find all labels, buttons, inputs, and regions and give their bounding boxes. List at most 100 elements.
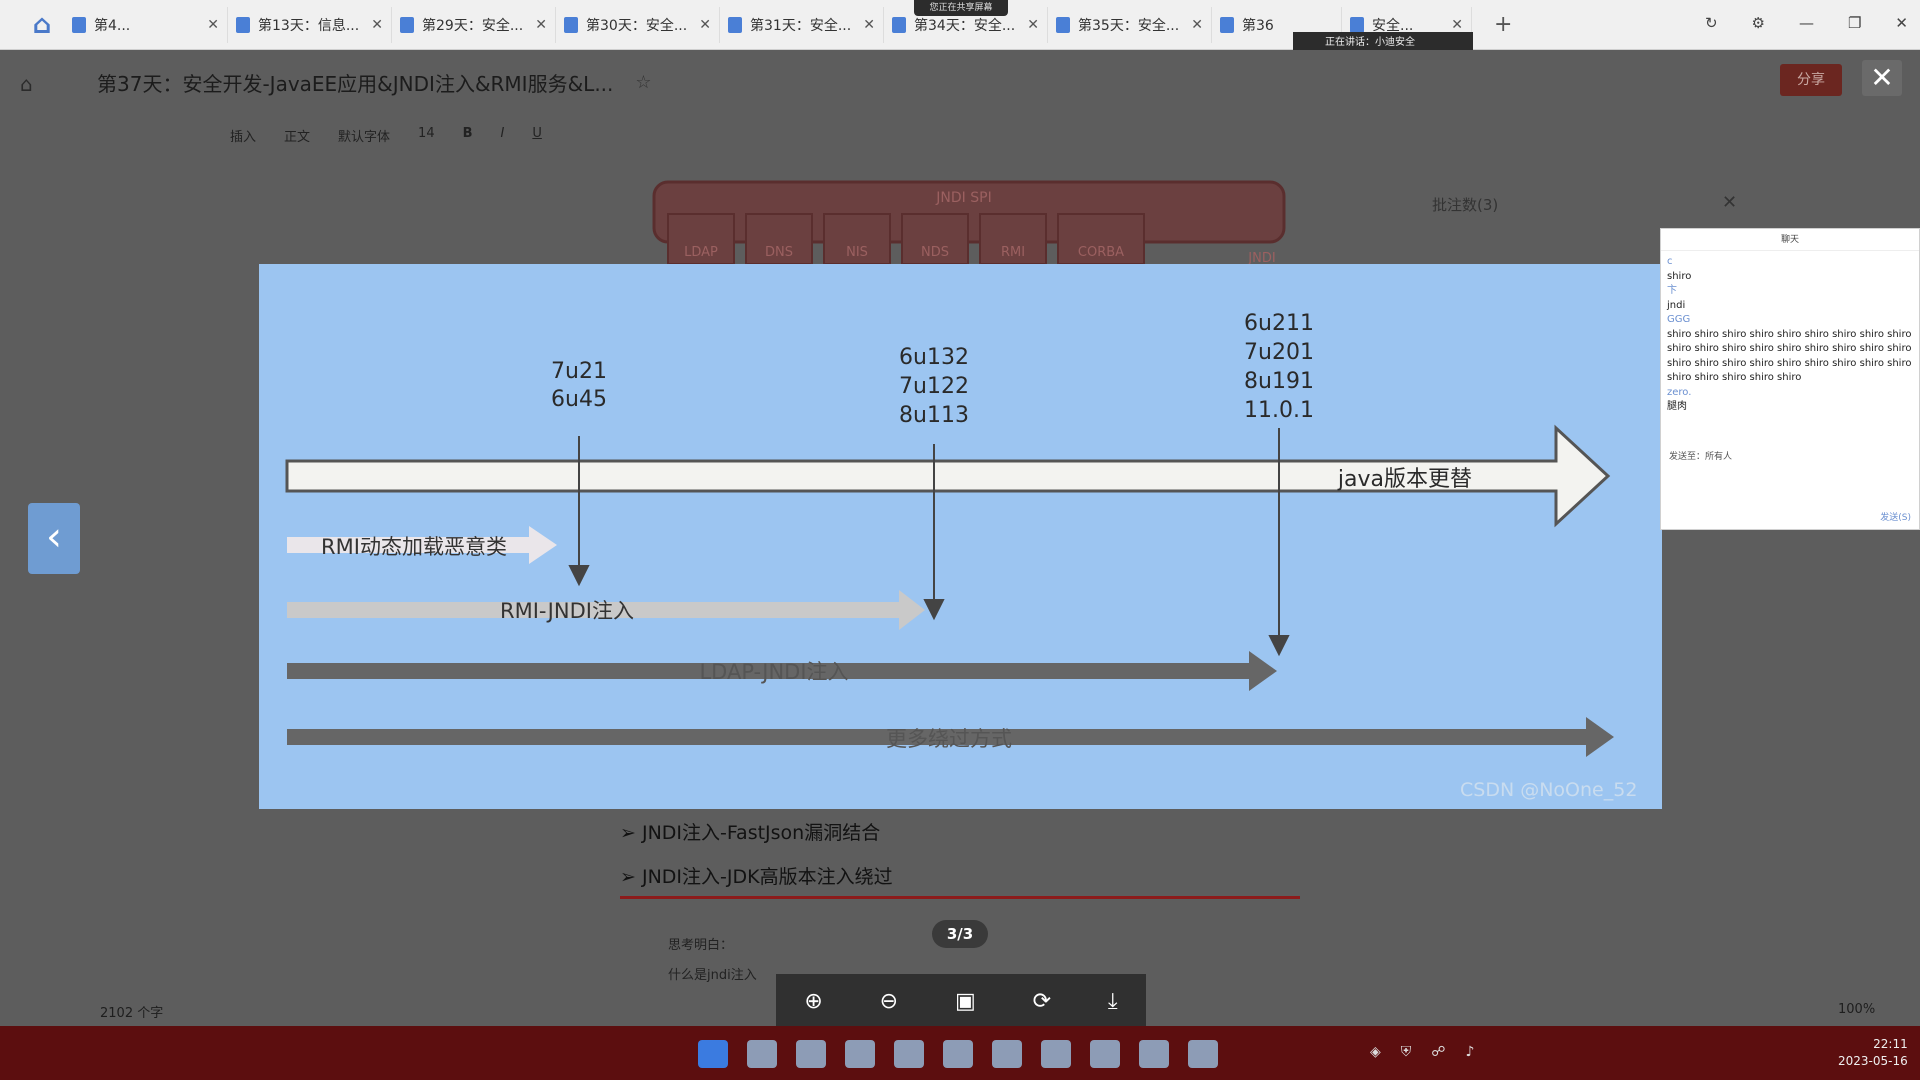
version-label: 6u45 [551,387,607,412]
app-icon[interactable] [894,1040,924,1068]
jndi-box-5: CORBA [1078,245,1124,260]
terminal-icon[interactable] [1139,1040,1169,1068]
new-tab-icon[interactable]: + [1494,12,1512,37]
chat-sender: GGG [1667,314,1691,325]
bold-icon[interactable]: B [463,126,473,145]
close-tab-icon[interactable]: ✕ [699,17,711,33]
toolbar-insert[interactable]: 插入 [230,126,256,145]
app-logo-icon[interactable]: ⌂ [20,3,64,47]
rotate-icon[interactable]: ⟳ [1033,989,1051,1014]
chat-message: shiro shiro shiro shiro shiro shiro shir… [1667,328,1912,384]
jndi-spi-diagram: JNDI SPI LDAP DNS NIS NDS RMI CORBA JNDI [652,180,1286,266]
document-icon [400,16,414,33]
red-divider [620,896,1300,899]
tab-4[interactable]: 第31天：安全... ✕ [720,6,884,43]
tab-3[interactable]: 第30天：安全... ✕ [556,6,720,43]
toolbar-style[interactable]: 正文 [284,126,310,145]
volume-icon[interactable]: ♪ [1465,1044,1474,1060]
jndi-box-2: NIS [846,245,868,260]
minimize-icon[interactable]: — [1799,14,1814,32]
watermark: CSDN @NoOne_52 [1460,779,1638,801]
app-icon[interactable] [1090,1040,1120,1068]
tray-icon[interactable]: ◈ [1370,1044,1381,1060]
home-icon[interactable]: ⌂ [20,72,42,96]
document-icon [1056,16,1070,33]
chat-messages: c shiro 卞 jndi GGG shiro shiro shiro shi… [1661,251,1919,419]
close-tab-icon[interactable]: ✕ [1191,17,1203,33]
app-icon[interactable] [943,1040,973,1068]
shield-icon[interactable]: ⛨ [1401,1044,1412,1060]
tab-label: 第31天：安全... [750,17,852,34]
version-label: 6u211 [1244,311,1314,336]
tab-label: 第29天：安全... [422,17,524,34]
chat-panel: 聊天 c shiro 卞 jndi GGG shiro shiro shiro … [1660,228,1920,530]
app-icon[interactable] [1041,1040,1071,1068]
edge-icon[interactable] [796,1040,826,1068]
file-explorer-icon[interactable] [747,1040,777,1068]
document-icon [892,16,906,33]
screen-share-banner: 您正在共享屏幕 [914,0,1008,16]
chat-sender: zero. [1667,386,1692,398]
network-icon[interactable]: ☍ [1431,1044,1445,1060]
bullet-text: JNDI注入-FastJson漏洞结合 [641,822,881,844]
fit-icon[interactable]: ▣ [955,989,976,1014]
close-comments-icon[interactable]: ✕ [1722,192,1737,213]
chat-message: 腿肉 [1667,401,1687,412]
version-label: 7u201 [1244,340,1314,365]
image-viewer-toolbar: ⊕ ⊖ ▣ ⟳ ⤓ [776,974,1146,1028]
tab-6[interactable]: 第35天：安全... ✕ [1048,6,1212,43]
chat-sender: 卞 [1667,285,1677,296]
close-tab-icon[interactable]: ✕ [863,17,875,33]
close-image-viewer-icon[interactable]: ✕ [1862,60,1902,96]
refresh-icon[interactable]: ↻ [1705,14,1718,32]
chrome-icon[interactable] [845,1040,875,1068]
toolbar-font[interactable]: 默认字体 [338,126,390,145]
previous-image-button[interactable]: ‹ [28,503,80,574]
version-label: 8u191 [1244,369,1314,394]
tab-label: 第30天：安全... [586,17,688,34]
close-window-icon[interactable]: ✕ [1895,14,1908,32]
close-tab-icon[interactable]: ✕ [1451,17,1463,33]
comments-header: 批注数(3) [1432,196,1499,214]
tab-2[interactable]: 第29天：安全... ✕ [392,6,556,43]
clock-date: 2023-05-16 [1838,1054,1908,1068]
tab-label: 第13天：信息... [258,17,360,34]
word-count[interactable]: 2102 个字 [100,1002,163,1021]
version-label: 7u122 [899,374,969,399]
zoom-level[interactable]: 100% [1838,1002,1875,1017]
chat-send-to[interactable]: 发送至：所有人 [1669,449,1732,462]
jndi-box-4: RMI [1001,245,1025,260]
download-icon[interactable]: ⤓ [1108,989,1118,1014]
zoom-in-icon[interactable]: ⊕ [804,989,822,1014]
version-label: 11.0.1 [1244,398,1314,423]
star-icon[interactable]: ☆ [635,72,651,93]
bullet-line: ➢ JNDI注入-JDK高版本注入绕过 [620,866,893,888]
share-button[interactable]: 分享 [1780,64,1842,96]
maximize-icon[interactable]: ❐ [1848,14,1861,32]
version-label: 7u21 [551,359,607,384]
chat-message: shiro [1667,270,1692,282]
tab-0[interactable]: 第4... ✕ [64,6,228,43]
tab-label: 第4... [94,17,131,34]
app-icon[interactable] [1188,1040,1218,1068]
document-header: ⌂ 第37天：安全开发-JavaEE应用&JNDI注入&RMI服务&L... ☆ [0,60,1920,104]
taskbar-apps [698,1040,1218,1068]
note-line: 什么是jndi注入 [668,968,757,983]
document-icon [72,16,86,33]
start-icon[interactable] [698,1040,728,1068]
page-indicator: 3/3 [932,920,988,948]
settings-icon[interactable]: ⚙ [1752,14,1765,32]
italic-icon[interactable]: I [501,126,505,145]
close-tab-icon[interactable]: ✕ [535,17,547,33]
marker-arrowhead [568,565,590,587]
close-tab-icon[interactable]: ✕ [371,17,383,33]
chat-send-button[interactable]: 发送(S) [1880,510,1911,523]
underline-icon[interactable]: U [532,126,542,145]
app-icon[interactable] [992,1040,1022,1068]
taskbar-clock[interactable]: 22:11 2023-05-16 [1838,1036,1908,1070]
tab-1[interactable]: 第13天：信息... ✕ [228,6,392,43]
toolbar-font-size[interactable]: 14 [418,126,435,145]
zoom-out-icon[interactable]: ⊖ [880,989,898,1014]
close-tab-icon[interactable]: ✕ [207,17,219,33]
close-tab-icon[interactable]: ✕ [1027,17,1039,33]
